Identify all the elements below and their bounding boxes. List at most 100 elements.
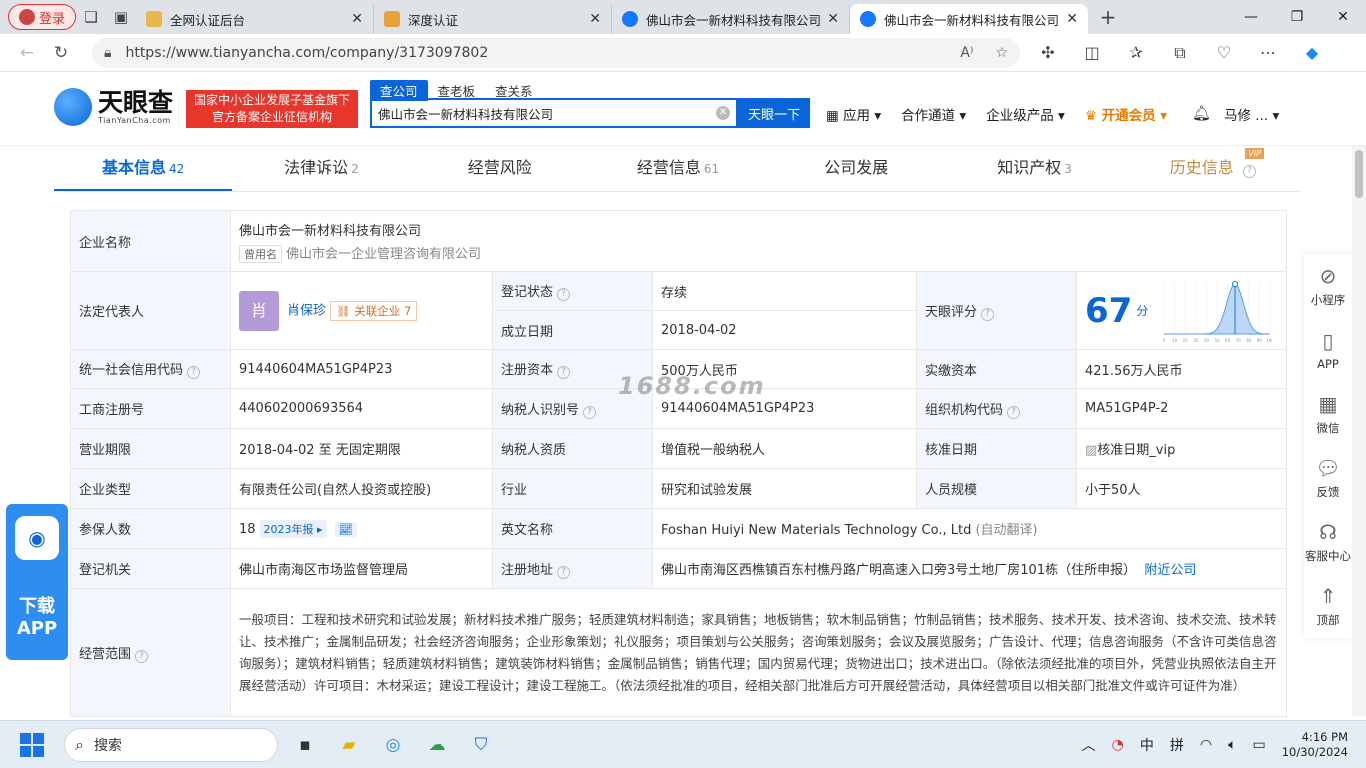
watermark: 1688.com [618, 372, 766, 400]
url-bar[interactable]: 🔒︎ https://www.tianyancha.com/company/31… [92, 37, 1020, 68]
mini-program-button[interactable]: ⊘ 小程序 [1304, 254, 1352, 318]
search-input[interactable]: 佛山市会一新材料科技有限公司 ✕ [370, 98, 738, 128]
new-tab-button[interactable]: + [1088, 5, 1128, 29]
nav-cooperation[interactable]: 合作通道 ▾ [901, 104, 966, 124]
tab-legal[interactable]: 法律诉讼 2 [232, 146, 410, 191]
logo-eye-icon [54, 88, 92, 126]
tab-history[interactable]: 历史信息 ? VIP [1124, 146, 1302, 191]
browser-tab-4-active[interactable]: 佛山市会一新材料科技有限公司 - ✕ [850, 4, 1088, 34]
tab-basic-info[interactable]: 基本信息 42 [54, 146, 233, 191]
legal-rep-name[interactable]: 肖保珍 [287, 303, 326, 318]
copilot-icon[interactable]: ◆ [1296, 43, 1328, 63]
volume-icon[interactable]: 🔈︎ [1228, 737, 1236, 753]
close-window-icon[interactable]: ✕ [1320, 0, 1366, 34]
former-name-tag: 曾用名 [239, 244, 282, 263]
label-org-code: 组织机构代码? [916, 388, 1077, 429]
windows-start-icon[interactable] [20, 732, 44, 757]
nav-enterprise[interactable]: 企业级产品 ▾ [986, 104, 1065, 124]
help-icon[interactable]: ? [981, 307, 995, 321]
browser-tab-2[interactable]: 深度认证 ✕ [374, 4, 612, 34]
tab-risk[interactable]: 经营风险 [411, 146, 589, 191]
company-name: 佛山市会一新材料科技有限公司 [239, 223, 422, 239]
tab-actions-icon[interactable]: ▣ [106, 4, 136, 30]
label-insured: 参保人数 [70, 508, 231, 549]
feedback-button[interactable]: 💬︎ 反馈 [1304, 446, 1352, 510]
notification-bell-icon[interactable]: 🔔︎ [1192, 104, 1211, 122]
collections-icon[interactable]: ⧉ [1164, 43, 1196, 63]
split-screen-icon[interactable]: ◫ [1076, 43, 1108, 63]
nav-apps[interactable]: ▦ 应用 ▾ [826, 104, 881, 124]
help-icon[interactable]: ? [557, 366, 571, 379]
back-to-top-button[interactable]: ⇑ 顶部 [1304, 574, 1352, 638]
trend-chart-icon[interactable]: 📈︎ [334, 521, 357, 537]
help-icon[interactable]: ? [557, 565, 571, 579]
nav-enterprise-label: 企业级产品 [986, 108, 1054, 124]
chart-x-tick: 70 [1236, 338, 1242, 343]
help-icon[interactable]: ? [187, 366, 201, 379]
wechat-icon[interactable]: ☁ [422, 730, 452, 760]
back-icon[interactable]: ← [10, 38, 44, 68]
browser-tab-1[interactable]: 全网认证后台 ✕ [136, 4, 374, 34]
value-term: 2018-04-02 至 无固定期限 [230, 428, 493, 469]
label-org-code-text: 组织机构代码 [925, 402, 1004, 418]
search-button[interactable]: 天眼一下 [738, 98, 810, 128]
security-app-icon[interactable]: ⛉ [466, 730, 496, 760]
minimize-icon[interactable]: — [1228, 0, 1274, 34]
nav-vip[interactable]: ♛ 开通会员 ▾ [1085, 104, 1167, 124]
help-icon[interactable]: ? [583, 405, 597, 419]
help-icon[interactable]: ? [1242, 165, 1256, 178]
tab-close-icon[interactable]: ✕ [351, 11, 363, 27]
clear-search-icon[interactable]: ✕ [716, 106, 730, 120]
read-aloud-icon[interactable]: A⁾ [960, 45, 973, 61]
taskbar-search[interactable]: ⌕ 搜索 [64, 727, 278, 762]
tray-expand-icon[interactable]: ︿ [1082, 735, 1096, 755]
label-scope-text: 经营范围 [79, 646, 132, 662]
headset-icon: ☊ [1319, 520, 1337, 544]
legal-rep-avatar[interactable]: 肖 [239, 290, 279, 331]
extensions-icon[interactable]: ✣ [1032, 43, 1064, 63]
more-menu-icon[interactable]: ⋯ [1252, 43, 1284, 63]
task-view-icon[interactable]: ▪ [290, 730, 320, 760]
site-logo[interactable]: 天眼查 TianYanCha.com [54, 88, 173, 126]
workspaces-icon[interactable]: ❏ [76, 4, 106, 30]
customer-service-button[interactable]: ☊ 客服中心 [1304, 510, 1352, 574]
help-icon[interactable]: ? [557, 288, 571, 301]
profile-button[interactable]: 登录 [8, 4, 76, 30]
label-company-name: 企业名称 [70, 210, 231, 272]
edge-browser-icon[interactable]: ◎ [378, 730, 408, 760]
approve-date-vip[interactable]: 核准日期_vip [1097, 443, 1175, 458]
taskbar-clock[interactable]: 4:16 PM 10/30/2024 [1282, 730, 1348, 760]
refresh-icon[interactable]: ↻ [44, 38, 78, 68]
page-scrollbar[interactable] [1352, 146, 1366, 716]
browser-tab-3[interactable]: 佛山市会一新材料科技有限公司_ ✕ [612, 4, 850, 34]
tab-business[interactable]: 经营信息 61 [589, 146, 767, 191]
performance-icon[interactable]: ♡ [1208, 43, 1240, 63]
ime-chinese[interactable]: 中 [1140, 735, 1154, 755]
download-app-banner[interactable]: ◉ 下载 APP [6, 504, 68, 660]
help-icon[interactable]: ? [135, 649, 149, 663]
file-explorer-icon[interactable]: ▰ [334, 730, 364, 760]
favorite-star-icon[interactable]: ☆ [995, 45, 1008, 61]
tab-close-icon[interactable]: ✕ [1066, 11, 1078, 27]
favorites-icon[interactable]: ✰ [1120, 43, 1152, 63]
qr-code-icon: ▦ [1318, 392, 1338, 416]
app-button[interactable]: ▯ APP [1304, 318, 1352, 382]
user-menu[interactable]: 马修 ... ▾ [1224, 104, 1279, 124]
tab-close-icon[interactable]: ✕ [827, 11, 839, 27]
annual-report-badge[interactable]: 2023年报 ▸ [259, 519, 327, 538]
nearby-companies-link[interactable]: 附近公司 [1144, 563, 1196, 578]
tab-favicon-icon [622, 11, 638, 27]
maximize-icon[interactable]: ❐ [1274, 0, 1320, 34]
wifi-icon[interactable]: ◠ [1200, 737, 1212, 753]
help-icon[interactable]: ? [1007, 405, 1021, 419]
tab-close-icon[interactable]: ✕ [589, 11, 601, 27]
tab-ip[interactable]: 知识产权 3 [945, 146, 1123, 191]
scrollbar-thumb[interactable] [1355, 150, 1363, 198]
wechat-button[interactable]: ▦ 微信 [1304, 382, 1352, 446]
download-line1: 下载 [19, 596, 55, 617]
tab-development[interactable]: 公司发展 [767, 146, 945, 191]
tray-app-icon[interactable]: ◔ [1112, 737, 1124, 753]
battery-icon[interactable]: ▭ [1252, 737, 1265, 753]
related-companies-button[interactable]: ⛓ 关联企业 7 [330, 300, 418, 321]
ime-pinyin[interactable]: 拼 [1170, 735, 1184, 755]
